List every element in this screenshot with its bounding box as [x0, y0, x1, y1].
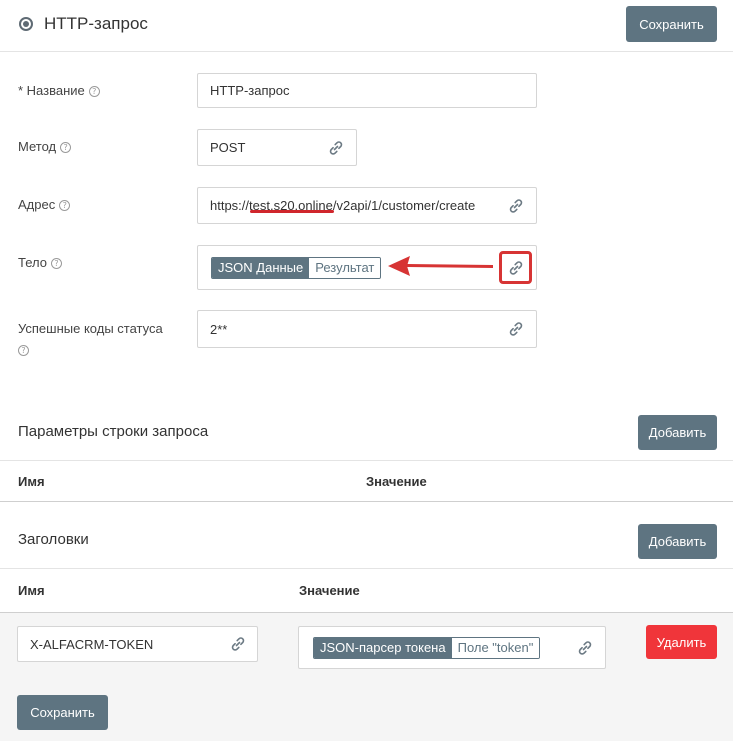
page-title: HTTP-запрос — [44, 14, 148, 33]
body-variable-tag[interactable]: JSON Данные Результат — [211, 256, 382, 279]
status-codes-label: Успешные коды статуса? — [18, 321, 163, 357]
header-name-input[interactable]: X-ALFACRM-TOKEN — [17, 626, 258, 662]
name-input[interactable]: HTTP-запрос — [197, 73, 537, 108]
help-icon[interactable]: ? — [88, 86, 100, 98]
radio-icon — [19, 17, 33, 31]
header-variable-tag[interactable]: JSON-парсер токена Поле "token" — [313, 636, 541, 659]
add-query-param-button[interactable]: Добавить — [638, 415, 717, 450]
link-icon[interactable] — [576, 639, 594, 657]
save-button-top[interactable]: Сохранить — [626, 6, 717, 42]
method-select[interactable]: POST — [197, 129, 357, 166]
link-icon[interactable] — [507, 197, 525, 215]
link-icon[interactable] — [229, 635, 247, 653]
highlight-box — [499, 251, 532, 284]
header-bar: HTTP-запрос Сохранить — [0, 0, 733, 52]
column-value: Значение — [299, 583, 360, 598]
method-label: Метод? — [18, 137, 72, 157]
address-input[interactable]: https://test.s20.online/v2api/1/customer… — [197, 187, 537, 224]
name-label: * Название? — [18, 81, 100, 101]
header-value-input[interactable]: JSON-парсер токена Поле "token" — [298, 626, 606, 669]
help-icon[interactable]: ? — [60, 142, 72, 154]
column-value: Значение — [366, 474, 427, 489]
address-label: Адрес? — [18, 195, 71, 215]
delete-header-button[interactable]: Удалить — [646, 625, 717, 659]
url-host-underline — [250, 210, 334, 213]
save-button-bottom[interactable]: Сохранить — [17, 695, 108, 730]
link-icon[interactable] — [507, 320, 525, 338]
link-icon[interactable] — [327, 139, 345, 157]
help-icon[interactable]: ? — [50, 258, 62, 270]
query-params-table-head: Имя Значение — [0, 460, 733, 502]
help-icon[interactable]: ? — [18, 345, 29, 357]
headers-title: Заголовки — [18, 531, 89, 548]
red-arrow-icon — [388, 256, 493, 276]
help-icon[interactable]: ? — [59, 200, 71, 212]
column-name: Имя — [18, 583, 45, 598]
tag-sub-label: Поле "token" — [451, 637, 540, 658]
tag-main-label: JSON-парсер токена — [314, 637, 452, 658]
status-codes-input[interactable]: 2** — [197, 310, 537, 348]
body-label: Тело? — [18, 253, 62, 273]
tag-sub-label: Результат — [309, 257, 381, 278]
add-header-button[interactable]: Добавить — [638, 524, 717, 559]
headers-table-head: Имя Значение — [0, 568, 733, 613]
column-name: Имя — [18, 474, 45, 489]
query-params-title: Параметры строки запроса — [18, 423, 209, 440]
tag-main-label: JSON Данные — [212, 257, 310, 278]
